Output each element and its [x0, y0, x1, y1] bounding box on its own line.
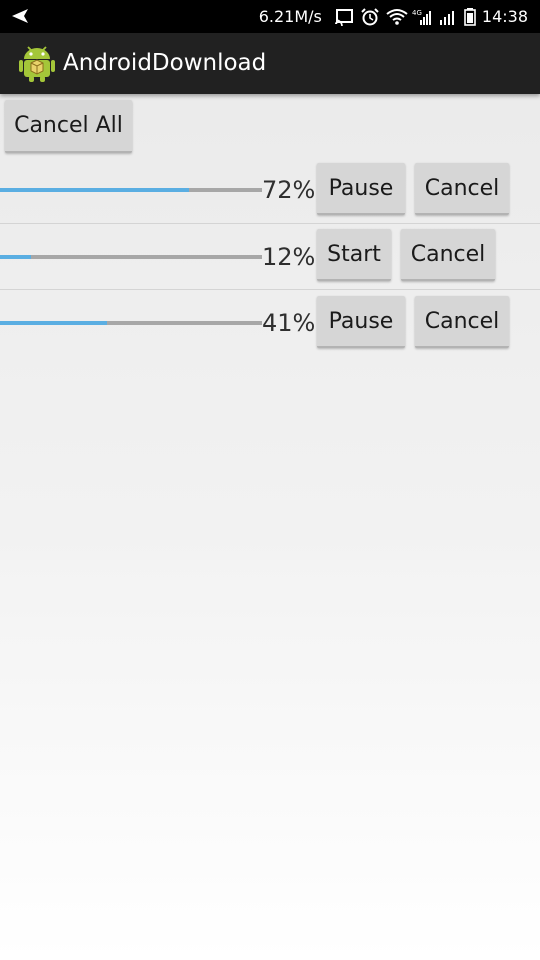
progress-percent: 12%: [262, 243, 316, 271]
status-bar: 6.21M/s 4G 14:38: [0, 0, 540, 33]
cancel-button[interactable]: Cancel: [401, 229, 495, 281]
progress-percent: 41%: [262, 309, 316, 337]
app-title: AndroidDownload: [63, 50, 267, 76]
pause-button[interactable]: Pause: [317, 296, 405, 348]
cancel-all-button[interactable]: Cancel All: [5, 100, 132, 153]
battery-icon: [464, 7, 476, 26]
progress-bar: [0, 321, 262, 325]
download-row: 12% Start Cancel: [0, 224, 540, 290]
action-bar: AndroidDownload: [0, 33, 540, 94]
progress-bar-fill: [0, 321, 108, 325]
progress-bar: [0, 255, 262, 259]
cast-icon: [334, 8, 354, 26]
progress-bar-fill: [0, 255, 32, 259]
download-row: 41% Pause Cancel: [0, 290, 540, 356]
network-speed: 6.21M/s: [258, 7, 322, 26]
send-icon: [10, 7, 30, 29]
progress-bar-fill: [0, 188, 189, 192]
android-app-icon: [18, 43, 56, 83]
status-indicators: 6.21M/s 4G 14:38: [259, 0, 528, 33]
download-row: 72% Pause Cancel: [0, 158, 540, 224]
cancel-button[interactable]: Cancel: [415, 296, 509, 348]
svg-text:4G: 4G: [412, 9, 422, 17]
clock: 14:38: [481, 7, 528, 26]
cancel-button[interactable]: Cancel: [415, 163, 509, 215]
alarm-icon: [360, 7, 380, 26]
progress-bar: [0, 188, 262, 192]
wifi-icon: [386, 8, 408, 26]
pause-button[interactable]: Pause: [317, 163, 405, 215]
signal-4g-icon: 4G: [412, 8, 432, 26]
progress-percent: 72%: [262, 176, 316, 204]
signal-icon: [438, 8, 458, 26]
start-button[interactable]: Start: [317, 229, 391, 281]
